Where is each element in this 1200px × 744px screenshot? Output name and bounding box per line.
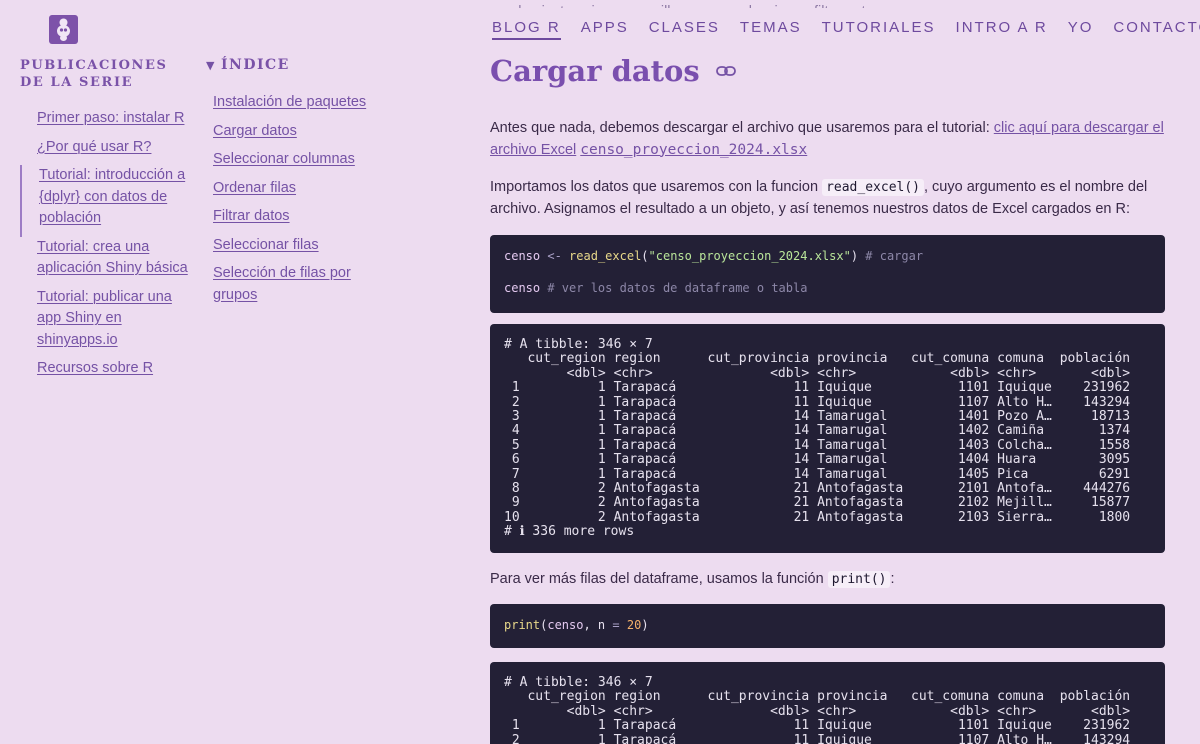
output-line: 7 1 Tarapacá 14 Tamarugal 1405 Pica 6291 [504, 466, 1131, 482]
figurine-icon [57, 18, 70, 41]
output-line: 8 2 Antofagasta 21 Antofagasta 2101 Anto… [504, 480, 1131, 496]
toc-title[interactable]: ▼ Índice [206, 57, 290, 73]
output-line: 10 2 Antofagasta 21 Antofagasta 2103 Sie… [504, 509, 1131, 525]
download-file-link[interactable]: censo_proyeccion_2024.xlsx [580, 142, 807, 158]
code-line: print(censo, n = 20) [504, 618, 649, 632]
code-block-print[interactable]: print(censo, n = 20) [490, 604, 1165, 648]
toc-item[interactable]: Ordenar filas [213, 178, 373, 207]
code-line: censo # ver los datos de dataframe o tab… [504, 281, 808, 295]
output-line: <dbl> <chr> <dbl> <chr> <dbl> <chr> <dbl… [504, 703, 1131, 719]
output-block-tibble-print: # A tibble: 346 × 7 cut_region region cu… [490, 662, 1165, 744]
toc-item[interactable]: Filtrar datos [213, 206, 373, 235]
intro-text: Antes que nada, debemos descargar el arc… [490, 120, 994, 136]
previous-paragraph-cutoff: emulan instrucciones sencillas, como sel… [490, 4, 877, 20]
nav-apps[interactable]: APPS [581, 19, 629, 40]
output-line: 9 2 Antofagasta 21 Antofagasta 2102 Meji… [504, 495, 1131, 511]
toc-item[interactable]: Cargar datos [213, 121, 373, 150]
print-paragraph: Para ver más filas del dataframe, usamos… [490, 569, 1170, 591]
toc-title-label: Índice [220, 57, 290, 73]
toc-list: Instalación de paquetes Cargar datos Selec… [213, 92, 373, 313]
output-line: 1 1 Tarapacá 11 Iquique 1101 Iquique 231… [504, 380, 1131, 396]
series-item[interactable]: Primer paso: instalar R [20, 108, 195, 137]
inline-code-print: print() [827, 571, 891, 588]
anchor-link-icon[interactable] [715, 65, 736, 77]
code-line: censo <- read_excel("censo_proyeccion_20… [504, 249, 924, 263]
nav-contacto[interactable]: CONTACTO [1113, 19, 1200, 40]
output-line: # A tibble: 346 × 7 [504, 675, 653, 690]
output-line: 1 1 Tarapacá 11 Iquique 1101 Iquique 231… [504, 718, 1131, 734]
output-line: 5 1 Tarapacá 14 Tamarugal 1403 Colcha… 1… [504, 437, 1131, 453]
series-item[interactable]: Tutorial: introducción a {dplyr} con dat… [20, 165, 195, 237]
output-line: 6 1 Tarapacá 14 Tamarugal 1404 Huara 309… [504, 452, 1131, 468]
output-line: cut_region region cut_provincia provinci… [504, 351, 1131, 367]
output-line: 3 1 Tarapacá 14 Tamarugal 1401 Pozo A… 1… [504, 408, 1131, 424]
import-paragraph: Importamos los datos que usaremos con la… [490, 177, 1170, 220]
code-block-load[interactable]: censo <- read_excel("censo_proyeccion_20… [490, 235, 1165, 313]
series-title: Publicaciones de la serie [20, 58, 168, 90]
print-text-a: Para ver más filas del dataframe, usamos… [490, 571, 828, 587]
inline-code-read-excel: read_excel() [822, 179, 924, 196]
series-item[interactable]: Tutorial: publicar una app Shiny en shin… [20, 287, 195, 359]
section-heading: Cargar datos [490, 54, 736, 88]
toc-item[interactable]: Seleccionar columnas [213, 149, 373, 178]
series-list: Primer paso: instalar R ¿Por qué usar R? T… [20, 108, 195, 387]
triangle-down-icon: ▼ [206, 58, 216, 72]
output-line: # ℹ 336 more rows [504, 524, 635, 540]
toc-item[interactable]: Seleccionar filas [213, 235, 373, 264]
print-text-b: : [890, 571, 895, 587]
output-line: 4 1 Tarapacá 14 Tamarugal 1402 Camiña 13… [504, 423, 1131, 439]
output-line: 2 1 Tarapacá 11 Iquique 1107 Alto H… 143… [504, 394, 1131, 410]
nav-yo[interactable]: YO [1068, 19, 1094, 40]
nav-clases[interactable]: CLASES [649, 19, 720, 40]
output-line: cut_region region cut_provincia provinci… [504, 689, 1131, 705]
nav-temas[interactable]: TEMAS [740, 19, 802, 40]
intro-paragraph: Antes que nada, debemos descargar el arc… [490, 118, 1170, 161]
nav-tutoriales[interactable]: TUTORIALES [822, 19, 936, 40]
nav-intro-a-r[interactable]: INTRO A R [956, 19, 1048, 40]
site-logo[interactable] [49, 15, 78, 44]
section-heading-text: Cargar datos [490, 54, 700, 88]
output-line: # A tibble: 346 × 7 [504, 337, 653, 352]
series-item[interactable]: Recursos sobre R [20, 358, 195, 387]
output-line: 2 1 Tarapacá 11 Iquique 1107 Alto H… 143… [504, 732, 1131, 744]
output-line: <dbl> <chr> <dbl> <chr> <dbl> <chr> <dbl… [504, 365, 1131, 381]
main-nav: BLOG R APPS CLASES TEMAS TUTORIALES INTRO A R… [492, 19, 1200, 40]
toc-item[interactable]: Selección de filas por grupos [213, 263, 373, 313]
output-block-tibble: # A tibble: 346 × 7 cut_region region cu… [490, 324, 1165, 553]
series-item[interactable]: Tutorial: crea una aplicación Shiny bási… [20, 237, 195, 287]
import-text-a: Importamos los datos que usaremos con la… [490, 179, 823, 195]
nav-blog-r[interactable]: BLOG R [492, 19, 561, 40]
toc-item[interactable]: Instalación de paquetes [213, 92, 373, 121]
series-item[interactable]: ¿Por qué usar R? [20, 137, 195, 166]
